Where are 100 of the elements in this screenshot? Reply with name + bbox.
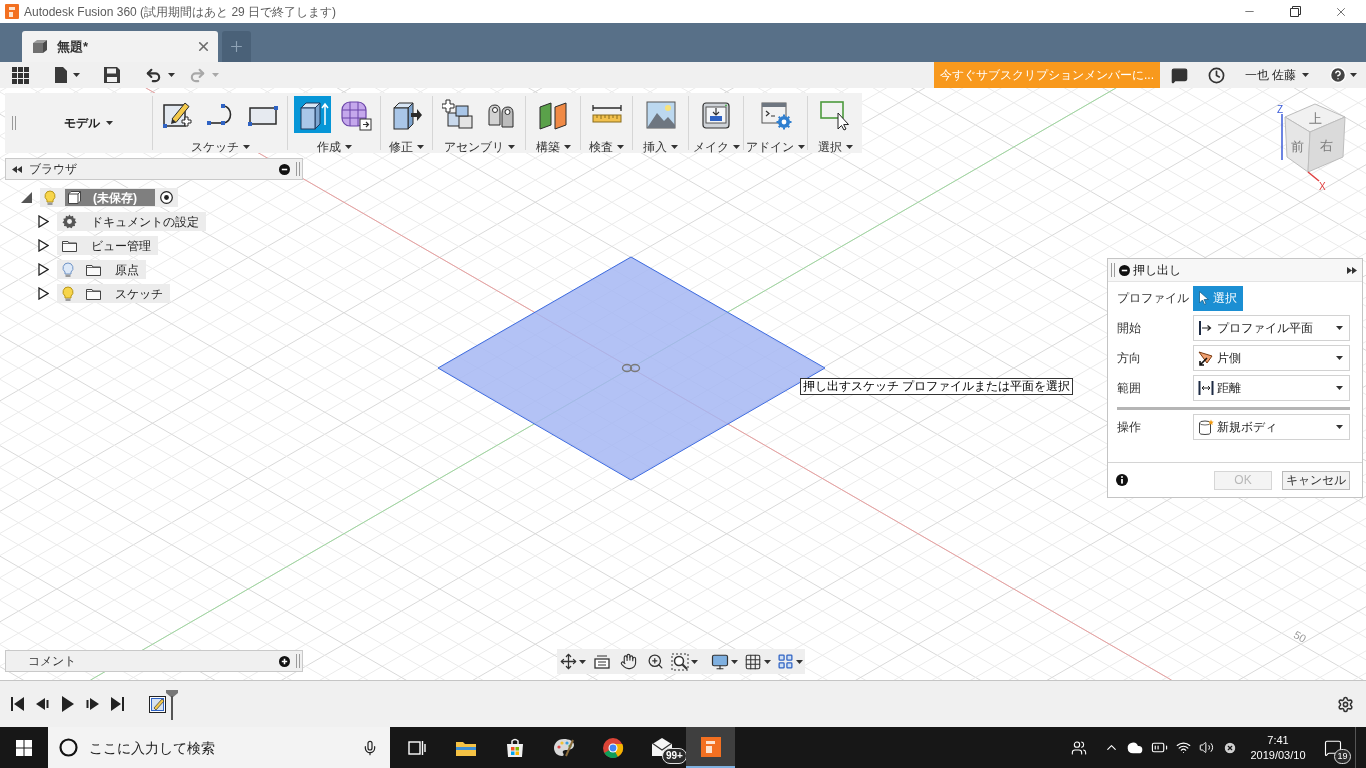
caret-icon bbox=[845, 145, 853, 149]
view-cube[interactable] bbox=[1284, 103, 1346, 173]
dropdown[interactable]: 距離 bbox=[1193, 375, 1350, 401]
speaker-icon[interactable] bbox=[1198, 740, 1214, 755]
workspace-menu-button[interactable]: モデル bbox=[64, 114, 113, 132]
folder-icon bbox=[86, 263, 101, 276]
collapsed-arrow-icon[interactable] bbox=[38, 263, 49, 276]
search-ring-icon bbox=[59, 738, 78, 757]
tree-item[interactable]: スケッチ bbox=[57, 284, 170, 303]
toolbar-menu-button[interactable]: 検査 bbox=[589, 139, 624, 155]
grip-handle-icon[interactable] bbox=[12, 116, 16, 130]
target-icon[interactable] bbox=[160, 191, 173, 204]
orbit-button[interactable] bbox=[560, 653, 587, 670]
double-arrow-icon[interactable] bbox=[12, 165, 22, 173]
toolbar-menu-button[interactable]: スケッチ bbox=[190, 139, 250, 155]
people-icon[interactable] bbox=[1071, 739, 1087, 756]
minus-circle-icon[interactable] bbox=[1119, 264, 1130, 276]
tool-button[interactable] bbox=[294, 96, 331, 133]
display-button[interactable] bbox=[711, 652, 740, 671]
panel-title: コメント bbox=[28, 653, 76, 670]
cancel-button[interactable]: キャンセル bbox=[1282, 470, 1350, 490]
dropdown[interactable]: プロファイル平面 bbox=[1193, 315, 1350, 341]
grip-handle-icon[interactable] bbox=[296, 654, 300, 668]
dropdown[interactable]: 新規ボディ bbox=[1193, 414, 1350, 440]
tree-item[interactable]: (未保存) bbox=[40, 188, 178, 207]
clock-date: 2019/03/10 bbox=[1250, 747, 1306, 763]
panel-title: ブラウザ bbox=[29, 161, 77, 178]
settings-icon[interactable] bbox=[1337, 695, 1354, 713]
select-button[interactable]: 選択 bbox=[1193, 285, 1243, 311]
caret-icon bbox=[798, 145, 805, 149]
collapsed-arrow-icon[interactable] bbox=[38, 287, 49, 300]
playhead-marker[interactable] bbox=[166, 690, 178, 720]
caret-icon bbox=[579, 659, 586, 664]
undo-button[interactable] bbox=[145, 66, 175, 84]
grip-handle-icon[interactable] bbox=[296, 162, 300, 176]
save-icon[interactable] bbox=[104, 67, 120, 83]
clock-time: 7:41 bbox=[1267, 732, 1289, 748]
colored-ring-icon bbox=[600, 735, 625, 760]
cross-circle-icon[interactable] bbox=[1223, 740, 1237, 755]
toolbar-menu-button[interactable]: 挿入 bbox=[643, 139, 678, 155]
toolbar-menu-button[interactable]: メイク bbox=[692, 139, 740, 155]
four-arrows-icon bbox=[560, 653, 577, 670]
double-arrow-icon[interactable] bbox=[1347, 266, 1357, 274]
caret-icon bbox=[1336, 425, 1343, 429]
axis-value-label: 50 bbox=[1291, 628, 1309, 645]
step-back-icon bbox=[36, 698, 49, 710]
field-label: 範囲 bbox=[1117, 380, 1142, 397]
folder-icon bbox=[86, 287, 101, 300]
selection-cursor-icon bbox=[819, 98, 851, 131]
caret-icon bbox=[1350, 73, 1357, 77]
minus-circle-icon[interactable] bbox=[279, 163, 290, 175]
caret-icon bbox=[417, 145, 424, 149]
collapsed-arrow-icon[interactable] bbox=[38, 239, 49, 252]
restore-icon bbox=[1289, 6, 1301, 17]
caret-icon bbox=[168, 73, 175, 77]
app-grid-icon[interactable] bbox=[12, 66, 29, 84]
step-forward-icon bbox=[86, 698, 99, 710]
info-icon[interactable] bbox=[1116, 474, 1128, 486]
clock-area[interactable]: 7:41 2019/03/10 bbox=[1245, 732, 1311, 763]
tree-item[interactable]: 原点 bbox=[57, 260, 146, 279]
toolbar-menu-button[interactable]: 修正 bbox=[389, 139, 424, 155]
clock-icon[interactable] bbox=[1207, 66, 1225, 84]
grid-button[interactable] bbox=[743, 652, 773, 671]
tree-item[interactable]: ドキュメントの設定 bbox=[57, 212, 206, 231]
toolbar-menu-button[interactable]: アセンブリ bbox=[443, 139, 515, 155]
pencil-square-icon[interactable] bbox=[149, 695, 166, 713]
dialog-title: 押し出し bbox=[1133, 262, 1181, 279]
toolbar-menu-button[interactable]: 選択 bbox=[817, 139, 853, 155]
viewports-button[interactable] bbox=[776, 653, 806, 670]
document-tab[interactable]: 無題* bbox=[22, 31, 218, 62]
dropdown[interactable]: 片側 bbox=[1193, 345, 1350, 371]
search-field[interactable]: ここに入力して検索 bbox=[48, 727, 390, 768]
search-input[interactable]: ここに入力して検索 bbox=[89, 736, 362, 759]
grip-handle-icon[interactable] bbox=[1111, 263, 1115, 277]
monitor-icon bbox=[711, 652, 730, 671]
notification-button[interactable]: 19 bbox=[1311, 727, 1355, 768]
comment-icon[interactable] bbox=[1170, 66, 1188, 84]
taskbar-app-button[interactable] bbox=[686, 727, 735, 768]
toolbar-menu-button[interactable]: 作成 bbox=[316, 139, 352, 155]
file-menu-button[interactable] bbox=[55, 67, 80, 83]
caret-icon bbox=[731, 659, 739, 664]
tree-item[interactable]: ビュー管理 bbox=[57, 236, 158, 255]
plus-icon bbox=[228, 38, 245, 55]
plus-circle-icon[interactable] bbox=[279, 655, 290, 667]
flag-arrow-icon bbox=[1198, 350, 1214, 366]
user-menu-button[interactable]: 一也 佐藤 bbox=[1234, 66, 1320, 84]
axis-label: X bbox=[1319, 181, 1326, 192]
field-label: 開始 bbox=[1117, 320, 1142, 337]
toolbar-menu-button[interactable]: 構築 bbox=[535, 139, 571, 155]
expanded-arrow-icon[interactable] bbox=[20, 191, 33, 204]
toolbar-menu-button[interactable]: アドイン bbox=[746, 139, 805, 155]
microphone-icon[interactable] bbox=[362, 739, 378, 756]
taskbar-app-button[interactable]: 99+ bbox=[637, 727, 686, 768]
skip-to-end-icon bbox=[111, 697, 124, 711]
wifi-icon[interactable] bbox=[1175, 740, 1191, 755]
tree-item-label: (未保存) bbox=[93, 189, 137, 207]
collapsed-arrow-icon[interactable] bbox=[38, 215, 49, 228]
caret-icon bbox=[617, 145, 624, 149]
app-tile-icon bbox=[698, 734, 723, 759]
close-icon[interactable] bbox=[196, 39, 211, 54]
